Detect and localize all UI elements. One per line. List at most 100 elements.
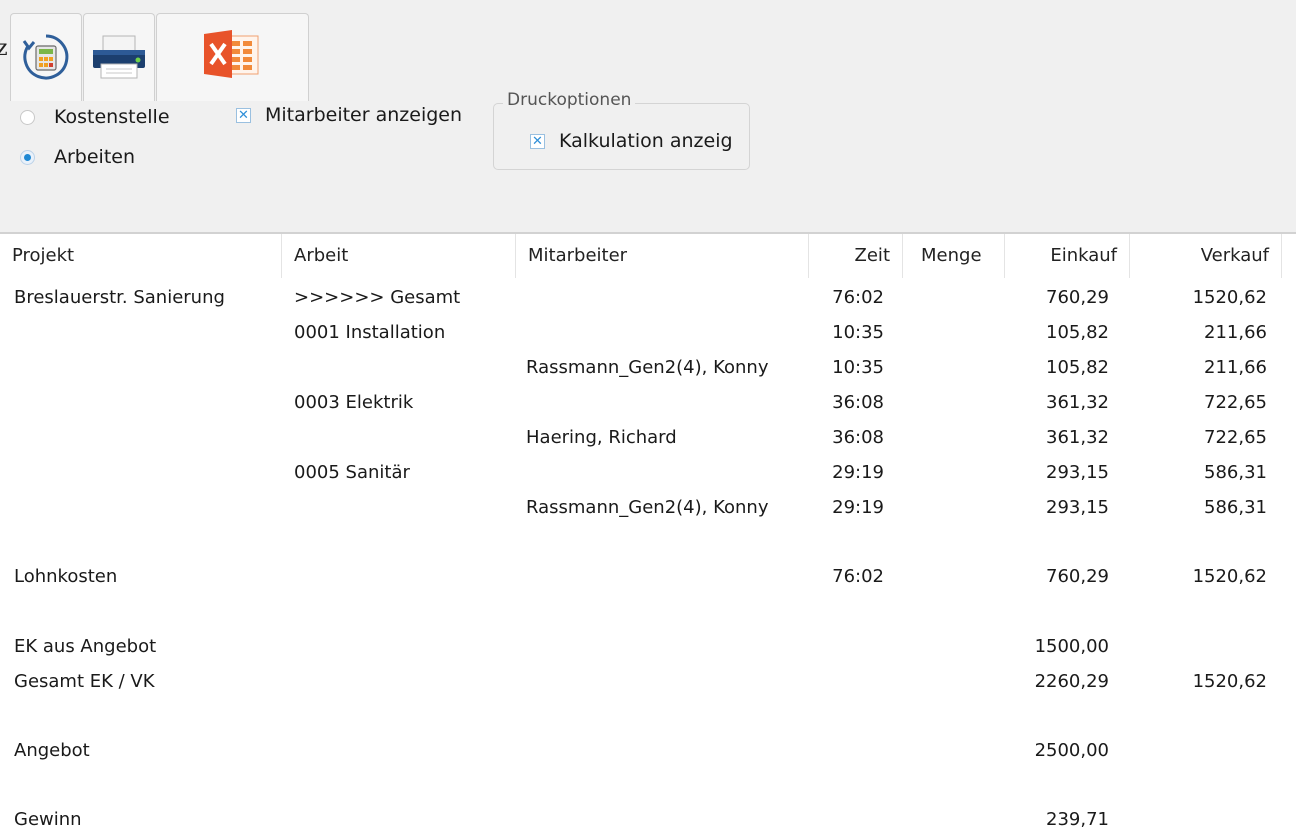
cell-einkauf: 760,29 xyxy=(1046,287,1109,308)
cell-arbeit: 0003 Elektrik xyxy=(294,392,414,413)
radio-arbeiten[interactable]: Arbeiten xyxy=(20,146,135,168)
druckoptionen-legend: Druckoptionen xyxy=(503,90,636,110)
cell-projekt: Lohnkosten xyxy=(14,566,118,587)
cell-einkauf: 105,82 xyxy=(1046,322,1109,343)
cell-arbeit: 0001 Installation xyxy=(294,322,446,343)
cell-mitarbeiter xyxy=(526,286,806,310)
cell-menge xyxy=(905,356,993,380)
cell-zeit xyxy=(800,739,884,763)
results-table: Projekt Arbeit Mitarbeiter Zeit Menge Ei… xyxy=(0,232,1296,833)
mitarbeiter-anzeigen-checkbox[interactable]: ✕ Mitarbeiter anzeigen xyxy=(236,104,462,126)
cell-mitarbeiter xyxy=(526,565,806,589)
cell-mitarbeiter xyxy=(526,808,806,832)
cell-projekt: Breslauerstr. Sanierung xyxy=(14,287,225,308)
cell-mitarbeiter: Rassmann_Gen2(4), Konny xyxy=(526,357,769,378)
cell-einkauf: 293,15 xyxy=(1046,462,1109,483)
cell-projekt xyxy=(14,391,274,415)
cell-mitarbeiter xyxy=(526,635,806,659)
cell-verkauf: 1520,62 xyxy=(1192,671,1267,692)
cell-menge xyxy=(905,739,993,763)
cell-zeit: 10:35 xyxy=(832,357,884,378)
column-header-verkauf[interactable]: Verkauf xyxy=(1130,234,1282,278)
radio-circle[interactable] xyxy=(20,109,35,125)
column-header-arbeit[interactable]: Arbeit xyxy=(282,234,516,278)
cell-projekt xyxy=(14,356,274,380)
cell-einkauf: 2260,29 xyxy=(1034,671,1109,692)
kalkulation-anzeigen-checkbox[interactable]: ✕ Kalkulation anzeig xyxy=(530,130,733,152)
recalculate-button[interactable] xyxy=(10,13,82,101)
cell-arbeit xyxy=(294,496,514,520)
radio-kostenstelle[interactable]: Kostenstelle xyxy=(20,106,170,128)
check-icon[interactable]: ✕ xyxy=(530,133,545,149)
cell-arbeit xyxy=(294,670,514,694)
cell-verkauf xyxy=(1120,635,1267,659)
cell-projekt xyxy=(14,321,274,345)
cell-menge xyxy=(905,286,993,310)
cell-projekt xyxy=(14,461,274,485)
check-icon[interactable]: ✕ xyxy=(236,107,251,123)
cell-menge xyxy=(905,461,993,485)
cell-verkauf: 722,65 xyxy=(1204,427,1267,448)
cell-verkauf: 211,66 xyxy=(1204,357,1267,378)
cell-projekt xyxy=(14,496,274,520)
cell-arbeit xyxy=(294,808,514,832)
kostenstelle-label: Kostenstelle xyxy=(54,106,170,128)
cell-arbeit xyxy=(294,635,514,659)
cell-menge xyxy=(905,565,993,589)
cell-projekt: Gewinn xyxy=(14,809,82,830)
cell-arbeit xyxy=(294,426,514,450)
cell-zeit: 36:08 xyxy=(832,427,884,448)
cell-verkauf: 586,31 xyxy=(1204,462,1267,483)
cell-menge xyxy=(905,808,993,832)
cell-mitarbeiter xyxy=(526,461,806,485)
edge-glyph: z xyxy=(0,36,8,61)
cell-verkauf xyxy=(1120,808,1267,832)
cell-arbeit: >>>>>> Gesamt xyxy=(294,287,461,308)
cell-mitarbeiter xyxy=(526,321,806,345)
cell-einkauf: 2500,00 xyxy=(1034,740,1109,761)
cell-zeit xyxy=(800,670,884,694)
cell-verkauf: 1520,62 xyxy=(1192,287,1267,308)
cell-zeit: 76:02 xyxy=(832,566,884,587)
table-header: Projekt Arbeit Mitarbeiter Zeit Menge Ei… xyxy=(0,234,1296,278)
cell-menge xyxy=(905,635,993,659)
cell-arbeit xyxy=(294,356,514,380)
cell-mitarbeiter xyxy=(526,739,806,763)
column-header-projekt[interactable]: Projekt xyxy=(0,234,282,278)
cell-zeit: 29:19 xyxy=(832,497,884,518)
cell-verkauf: 586,31 xyxy=(1204,497,1267,518)
cell-zeit xyxy=(800,808,884,832)
cell-projekt: Gesamt EK / VK xyxy=(14,671,155,692)
cell-einkauf: 239,71 xyxy=(1046,809,1109,830)
column-header-zeit[interactable]: Zeit xyxy=(809,234,903,278)
cell-mitarbeiter: Rassmann_Gen2(4), Konny xyxy=(526,497,769,518)
cell-einkauf: 293,15 xyxy=(1046,497,1109,518)
excel-icon xyxy=(204,30,259,78)
mitarbeiter-anzeigen-label: Mitarbeiter anzeigen xyxy=(265,104,463,126)
excel-export-button[interactable] xyxy=(156,13,309,101)
column-header-einkauf[interactable]: Einkauf xyxy=(1005,234,1130,278)
arbeiten-label: Arbeiten xyxy=(54,146,136,168)
cell-verkauf: 722,65 xyxy=(1204,392,1267,413)
toolbar-area: z Kostenstelle Arbeiten ✕ Mitarbeiter an… xyxy=(0,0,1296,232)
printer-icon xyxy=(93,35,145,79)
cell-arbeit xyxy=(294,739,514,763)
cell-menge xyxy=(905,426,993,450)
cell-zeit: 36:08 xyxy=(832,392,884,413)
cell-verkauf xyxy=(1120,739,1267,763)
column-header-menge[interactable]: Menge xyxy=(903,234,1005,278)
cell-menge xyxy=(905,496,993,520)
cell-verkauf: 211,66 xyxy=(1204,322,1267,343)
cell-zeit xyxy=(800,635,884,659)
cell-arbeit xyxy=(294,565,514,589)
print-button[interactable] xyxy=(83,13,155,101)
cell-projekt: Angebot xyxy=(14,740,90,761)
cell-einkauf: 105,82 xyxy=(1046,357,1109,378)
radio-circle-selected[interactable] xyxy=(20,149,35,165)
cell-einkauf: 361,32 xyxy=(1046,392,1109,413)
cell-mitarbeiter xyxy=(526,391,806,415)
calculator-refresh-icon xyxy=(22,34,69,80)
column-header-mitarbeiter[interactable]: Mitarbeiter xyxy=(516,234,809,278)
cell-arbeit: 0005 Sanitär xyxy=(294,462,410,483)
cell-menge xyxy=(905,391,993,415)
